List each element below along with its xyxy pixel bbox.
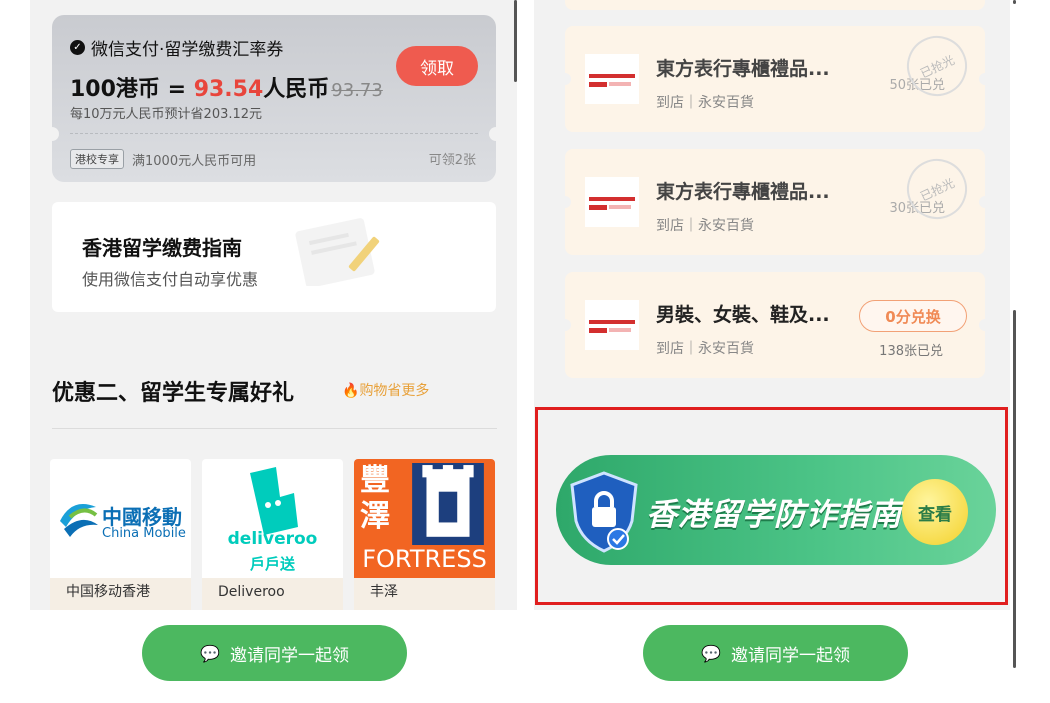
card-title: 東方表行專櫃禮品...	[656, 58, 830, 80]
coupon-header: ✓ 微信支付·留学缴费汇率券	[70, 35, 283, 60]
sold-out-stamp: 已抢光	[897, 26, 977, 106]
brand-card-deliveroo[interactable]: deliveroo 戶戶送 Deliveroo	[202, 459, 343, 610]
brand-name: Deliveroo	[202, 578, 343, 610]
section-title: 优惠二、留学生专属好礼	[52, 381, 295, 406]
brand-name: 中国移动香港	[50, 578, 191, 610]
coupon-rate: 100港币 = 93.54人民币 93.73	[70, 77, 383, 102]
redeem-button[interactable]: 0分兑换	[859, 300, 967, 332]
coupon-divider	[70, 133, 478, 134]
card-notch-right	[979, 196, 991, 208]
gift-card[interactable]: 東方表行專櫃禮品... 到店｜永安百貨 50张已兑 已抢光	[559, 26, 991, 132]
card-title: 東方表行專櫃禮品...	[656, 181, 830, 203]
invite-button-left[interactable]: 💬 邀请同学一起领	[142, 625, 407, 681]
card-store: 到店｜永安百貨	[656, 218, 754, 234]
gift-card[interactable]: 東方表行專櫃禮品... 到店｜永安百貨 30张已兑 已抢光	[559, 149, 991, 255]
left-scrollbar[interactable]	[514, 0, 517, 82]
coupon-footer: 港校专享 满1000元人民币可用	[70, 149, 256, 169]
exchange-rate-coupon: ✓ 微信支付·留学缴费汇率券 100港币 = 93.54人民币 93.73 每10…	[45, 15, 503, 182]
fortress-logo: 豐澤 FORTRESS	[354, 459, 495, 578]
tower-icon	[412, 463, 484, 545]
right-scrollbar-top	[1013, 0, 1016, 4]
brand-name: 丰泽	[354, 578, 495, 610]
coupon-tag: 港校专享	[70, 149, 124, 169]
claim-button[interactable]: 领取	[396, 46, 478, 86]
deliveroo-logo: deliveroo 戶戶送	[202, 459, 343, 578]
highlight-box	[535, 407, 1008, 605]
coupon-saving: 每10万元人民币预计省203.12元	[70, 107, 263, 122]
left-panel: ✓ 微信支付·留学缴费汇率券 100港币 = 93.54人民币 93.73 每10…	[30, 0, 517, 610]
coupon-claim-count: 可领2张	[428, 153, 476, 168]
deliveroo-logo-sub: 戶戶送	[249, 555, 295, 573]
coupon-notch-left	[45, 127, 59, 141]
check-icon: ✓	[70, 40, 85, 55]
card-notch-right	[979, 73, 991, 85]
china-mobile-logo: 中國移動 China Mobile	[50, 459, 191, 578]
card-notch-left	[559, 196, 571, 208]
section-subtitle: 🔥购物省更多	[342, 383, 430, 399]
china-mobile-logo-sub: China Mobile	[102, 526, 186, 541]
wing-on-logo	[585, 177, 639, 227]
brand-card-china-mobile[interactable]: 中國移動 China Mobile 中国移动香港	[50, 459, 191, 610]
wechat-icon: 💬	[701, 643, 721, 663]
payment-guide-card[interactable]: 香港留学缴费指南 使用微信支付自动享优惠	[52, 202, 496, 312]
section-divider	[52, 428, 497, 429]
card-title: 男裝、女裝、鞋及...	[656, 304, 830, 326]
partial-card	[565, 0, 985, 10]
guide-title: 香港留学缴费指南	[82, 236, 242, 260]
card-notch-left	[559, 73, 571, 85]
card-notch-left	[559, 319, 571, 331]
fire-icon: 🔥	[342, 383, 360, 399]
fortress-logo-sub: FORTRESS	[362, 545, 487, 573]
coupon-notch-right	[489, 127, 503, 141]
fortress-logo-text: 豐澤	[360, 463, 390, 534]
brand-card-fortress[interactable]: 豐澤 FORTRESS 丰泽	[354, 459, 495, 610]
guide-subtitle: 使用微信支付自动享优惠	[82, 270, 259, 289]
right-scrollbar[interactable]	[1013, 310, 1016, 668]
card-count: 138张已兑	[879, 344, 943, 359]
coupon-condition: 满1000元人民币可用	[132, 153, 257, 169]
card-store: 到店｜永安百貨	[656, 341, 754, 357]
deliveroo-logo-text: deliveroo	[227, 529, 318, 549]
sold-out-stamp: 已抢光	[897, 149, 977, 229]
card-notch-right	[979, 319, 991, 331]
document-pencil-icon	[295, 218, 380, 286]
invite-button-right[interactable]: 💬 邀请同学一起领	[643, 625, 908, 681]
wechat-icon: 💬	[200, 643, 220, 663]
card-store: 到店｜永安百貨	[656, 95, 754, 111]
gift-card[interactable]: 男裝、女裝、鞋及... 到店｜永安百貨 0分兑换 138张已兑	[559, 272, 991, 378]
wing-on-logo	[585, 54, 639, 104]
wing-on-logo	[585, 300, 639, 350]
